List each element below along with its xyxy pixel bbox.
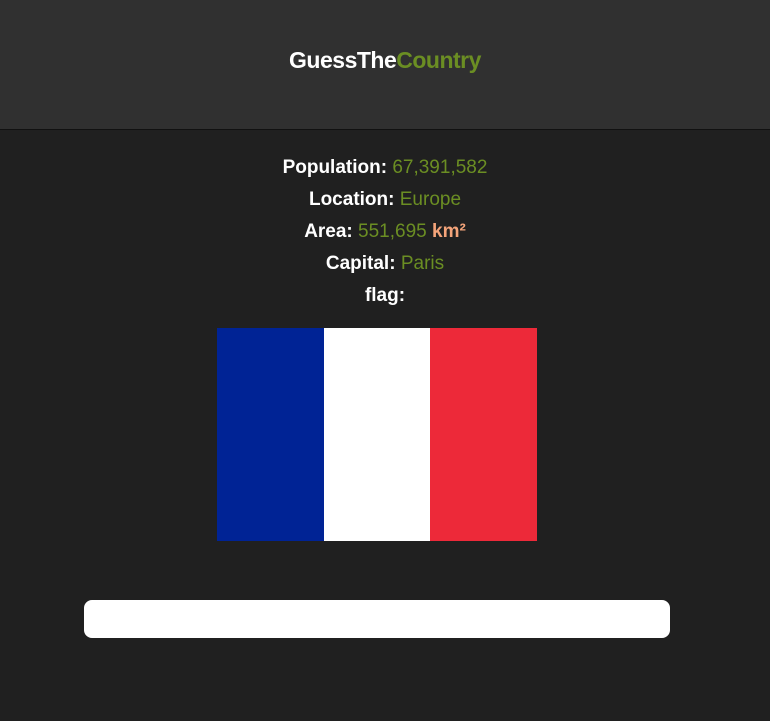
capital-row: Capital: Paris: [0, 248, 770, 280]
logo-text-guess-the: GuessThe: [289, 47, 397, 73]
logo-text-country: Country: [396, 47, 481, 73]
location-label: Location:: [308, 189, 395, 210]
guess-input[interactable]: [84, 600, 670, 638]
flag-stripe-blue: [217, 328, 324, 541]
flag-row: flag:: [0, 280, 770, 312]
flag-stripe-red: [430, 328, 538, 541]
flag-label: flag:: [364, 285, 406, 306]
app-logo: GuessTheCountry: [0, 44, 770, 76]
app-header: GuessTheCountry: [0, 0, 770, 130]
location-value: Europe: [399, 189, 462, 210]
capital-value: Paris: [400, 253, 445, 274]
population-row: Population: 67,391,582: [0, 152, 770, 184]
population-value: 67,391,582: [392, 157, 488, 178]
population-label: Population:: [282, 157, 388, 178]
flag-stripe-white: [323, 328, 431, 541]
location-row: Location: Europe: [0, 184, 770, 216]
capital-label: Capital:: [325, 253, 396, 274]
area-label: Area:: [304, 221, 353, 242]
country-info: Population: 67,391,582 Location: Europe …: [0, 152, 770, 312]
area-row: Area: 551,695 km²: [0, 216, 770, 248]
country-flag-image: [217, 328, 538, 541]
area-value: 551,695: [358, 221, 427, 242]
area-unit: km²: [432, 221, 466, 242]
